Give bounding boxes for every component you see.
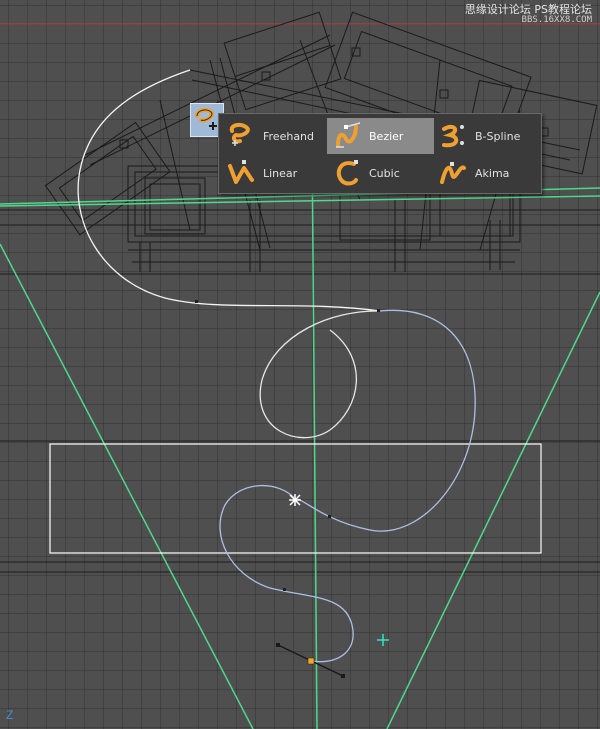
menu-item-linear[interactable]: Linear (221, 155, 328, 191)
viewport-scene[interactable] (0, 0, 600, 729)
menu-item-label: Freehand (263, 129, 315, 143)
editor-viewport[interactable]: 思缘设计论坛 PS教程论坛 BBS.16XX8.COM Z Freehand B… (0, 0, 600, 729)
tangent-handle (276, 643, 345, 678)
spline-path-loop (295, 309, 476, 532)
axis-z-label: Z (6, 708, 14, 722)
menu-item-label: Akima (475, 166, 510, 180)
handle-point-left (276, 643, 280, 647)
selected-point (307, 657, 315, 665)
watermark-title: 思缘设计论坛 PS教程论坛 (464, 3, 592, 16)
menu-item-cubic[interactable]: Cubic (327, 155, 434, 191)
b-spline-icon (442, 124, 464, 148)
menu-item-label: B-Spline (475, 129, 521, 143)
menu-item-label: Bezier (369, 129, 404, 143)
bezier-spline-icon (336, 122, 361, 148)
menu-item-freehand[interactable]: Freehand (221, 118, 328, 154)
menu-item-akima[interactable]: Akima (433, 155, 540, 191)
origin-star-icon (289, 494, 301, 506)
akima-spline-icon (440, 162, 466, 184)
spline-path-loop-inner (259, 310, 381, 439)
freehand-spline-icon (229, 122, 250, 146)
menu-item-bezier[interactable]: Bezier (327, 118, 434, 154)
handle-point-right (341, 674, 345, 678)
watermark-url: BBS.16XX8.COM (521, 15, 592, 25)
menu-item-label: Linear (263, 166, 298, 180)
watermark: 思缘设计论坛 PS教程论坛 BBS.16XX8.COM (465, 4, 592, 26)
menu-item-label: Cubic (369, 166, 400, 180)
spline-path-lower (219, 484, 354, 663)
spline-type-menu: Freehand Bezier B-Spline Linear Cubic Ak… (218, 113, 542, 194)
cursor-crosshair-icon (377, 634, 389, 646)
spline-points (195, 300, 380, 591)
menu-item-b-spline[interactable]: B-Spline (433, 118, 540, 154)
linear-spline-icon (228, 160, 254, 184)
cubic-spline-icon (336, 160, 358, 186)
